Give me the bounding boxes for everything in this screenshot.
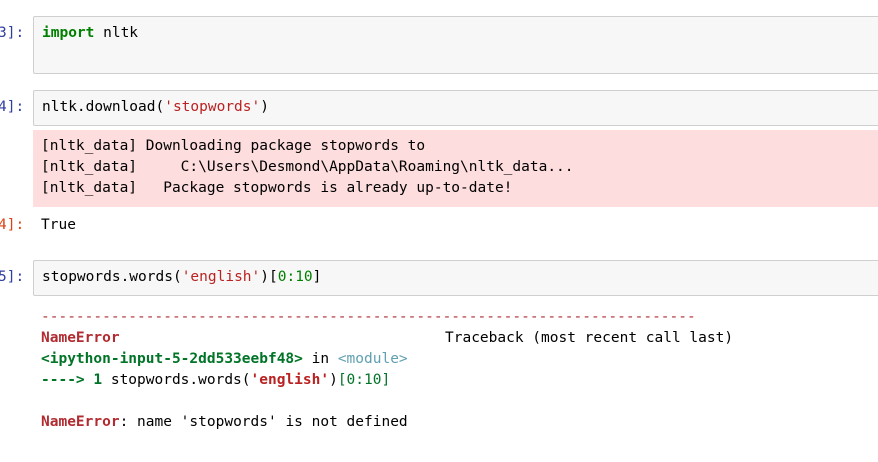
cell-2-output-text: True: [41, 217, 76, 233]
traceback-label: Traceback (most recent call last): [445, 330, 734, 346]
error-name-final: NameError: [41, 414, 120, 430]
error-message: NameError: name 'stopwords' is not defin…: [41, 412, 408, 433]
cell-3-code: stopwords.words('english')[0:10]: [42, 269, 321, 285]
code-text: nltk.download(: [42, 99, 165, 115]
in-word: in: [302, 351, 338, 367]
code-text: [: [269, 269, 278, 285]
code-string: 'english': [250, 372, 330, 388]
code-text: ): [260, 269, 269, 285]
cell-1-input[interactable]: import nltk: [33, 16, 878, 74]
code-slice: [0:10]: [337, 372, 391, 388]
traceback-dashes: ----------------------------------------…: [41, 309, 696, 325]
cell-2-stderr-output: [nltk_data] Downloading package stopword…: [33, 130, 878, 207]
cell-2-out-prompt: 4]:: [0, 217, 25, 233]
cell-1-in-prompt: 3]:: [0, 25, 25, 41]
cell-2-in-prompt: 4]:: [0, 99, 25, 115]
code-number: 0:10: [277, 269, 313, 285]
cell-3-in-prompt: 5]:: [0, 269, 25, 285]
code-string: 'stopwords': [164, 99, 261, 115]
code-text: ): [329, 372, 338, 388]
error-name: NameError: [41, 330, 120, 346]
code-text: ]: [312, 269, 322, 285]
code-string: 'english': [181, 269, 261, 285]
stderr-line: [nltk_data] Downloading package stopword…: [41, 138, 426, 154]
keyword-import: import: [42, 25, 95, 41]
arrow-line-number: ----> 1: [41, 372, 103, 388]
cell-3-input[interactable]: stopwords.words('english')[0:10]: [33, 260, 878, 296]
stderr-line: [nltk_data] C:\Users\Desmond\AppData\Roa…: [41, 159, 574, 175]
code-text: stopwords.words(: [102, 372, 251, 388]
error-text: : name 'stopwords' is not defined: [119, 414, 408, 430]
traceback-location: <ipython-input-5-2dd533eebf48> in <modul…: [41, 349, 408, 370]
stderr-line: [nltk_data] Package stopwords is already…: [41, 180, 513, 196]
code-text: nltk: [94, 25, 139, 41]
cell-1-code: import nltk: [42, 25, 138, 41]
cell-2-input[interactable]: nltk.download('stopwords'): [33, 90, 878, 126]
code-text: stopwords.words(: [42, 269, 182, 285]
traceback-code-line: ----> 1 stopwords.words('english')[0:10]: [41, 370, 390, 391]
module-reference: <module>: [337, 351, 408, 367]
cell-2-code: nltk.download('stopwords'): [42, 99, 269, 115]
code-text: ): [260, 99, 269, 115]
input-reference: <ipython-input-5-2dd533eebf48>: [41, 351, 303, 367]
